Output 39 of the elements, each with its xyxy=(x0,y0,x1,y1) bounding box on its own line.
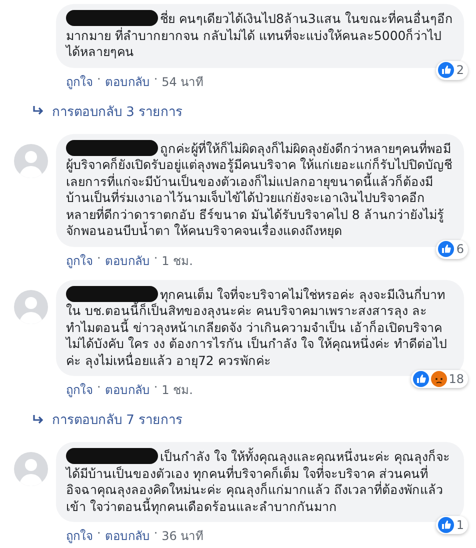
like-link[interactable]: ถูกใจ xyxy=(66,250,93,270)
separator-dot: · xyxy=(97,250,101,266)
separator-dot: · xyxy=(154,526,158,542)
separator-dot: · xyxy=(154,72,158,88)
reaction-count: 6 xyxy=(456,241,464,258)
reaction-badge[interactable]: 18 xyxy=(410,370,468,388)
comment-text: เป็นกำลัง ใจ ให้ทั้งคุณลุงและคุณหนึ่งนะค่ะ คุณลุงก็จะได้มีบ้านเป็นของตัวเอง ทุกคนที่บริจาคก็เต็ม ใจที่จะบริจาค ส่วนคนที่อิจฉาคุณลุงลองคิดใหม่นะค่ะ คุณลุงก็แก่มากแล้ว ถึงเวลาที่ต้องพักแล้ว เข้า ใจว่าตอนนี้ทุกคนเดือดร้อนและลำบากกันมาก xyxy=(66,448,451,515)
timestamp: 1 ชม. xyxy=(162,382,193,399)
reply-arrow-icon xyxy=(32,106,44,116)
timestamp: 1 ชม. xyxy=(162,252,193,270)
view-replies-link[interactable]: การตอบกลับ 7 รายการ xyxy=(14,399,464,432)
reaction-badge[interactable]: 6 xyxy=(436,240,468,258)
reaction-count: 2 xyxy=(456,62,464,78)
reply-link[interactable]: ตอบกลับ xyxy=(104,380,150,399)
avatar[interactable] xyxy=(14,452,48,486)
comment-text: ทุกคนเต็ม ใจที่จะบริจาคไม่ใช่หรอค่ะ ลุงจะมีเงินกี่บาท ใน บช.ตอนนี้ก็เป็นสิทของลุงนะค่ะ คนบริจาคมาเพราะสงสารลุง ละทำไมตอนนี้ ข่าวลุงหน้าเกลียดจัง ว่าเกินความจำเป็น เอ้าก็อเปิดบริจาค ไม่ได้บังคับ ใคร งง ต้องการไรกัน เป็นกำลัง ใจ ให้คุณหนึ่งค่ะ ทำดีต่อไปค่ะ ลุงไม่เหนื่อยแล้ว อายุ72 ควรพักค่ะ xyxy=(66,286,448,369)
separator-dot: · xyxy=(97,380,101,396)
reply-link[interactable]: ตอบกลับ xyxy=(104,250,150,270)
avatar[interactable] xyxy=(14,144,48,178)
reaction-badge[interactable]: 2 xyxy=(436,61,468,80)
separator-dot: · xyxy=(154,380,158,396)
reply-arrow-icon xyxy=(32,414,44,424)
view-replies-link[interactable]: การตอบกลับ 3 รายการ xyxy=(14,90,464,124)
timestamp: 54 นาที xyxy=(162,74,204,90)
comment-text: ถูกค่ะผู้ที่ให้ก็ไม่ผิดลุงก็ไม่ผิดลุงยังดีกว่าหลายๆคนที่พอมีผู้บริจาคก็ยังเปิดรับอยู่แต่ลุงพอรู้มีคนบริจาค ให้แก่เยอะแก่ก็รับไปปิดบัญชีเลยการที่แก่จะมีบ้านเป็นของตัวเองก็ไม่แปลกอายุขนาดนี้แล้วก็ต้องมีบ้านเป็นที่ร่มเงาเอาไว้นามเจ็บไข้ได้ป่วยแก่ยังจะเอาเงินไปบริจาคอีกหลายที่ดีกว่าดาราตกอับ ธีร์ขนาด มันได้รับบริจาคไป 8 ล้านกว่ายังไม่รู้จักพอนอนบีบน้ำตา ให้คนบริจาคจนเรื่องแดงถึงหยุด xyxy=(66,140,453,240)
timestamp: 36 นาที xyxy=(162,528,204,545)
reply-link[interactable]: ตอบกลับ xyxy=(104,526,150,545)
separator-dot: · xyxy=(97,526,101,542)
like-link[interactable]: ถูกใจ xyxy=(66,380,93,399)
separator-dot: · xyxy=(154,250,158,266)
separator-dot: · xyxy=(97,72,101,88)
comment-text: ชี่ย คนๆเดียวได้เงินไป8ล้าน3แสน ในขณะที่คนอื่นๆอีกมากมาย ที่ลำบากยากจน กลับไม่ได้ แทนที่จะแบ่งให้คนละ5000ก็ว่าไป ได้หลายๆคน xyxy=(66,10,454,60)
avatar[interactable] xyxy=(14,290,48,324)
reaction-count: 1 xyxy=(456,516,464,533)
like-link[interactable]: ถูกใจ xyxy=(66,526,93,545)
like-link[interactable]: ถูกใจ xyxy=(66,72,93,90)
reply-link[interactable]: ตอบกลับ xyxy=(104,72,150,90)
reaction-badge[interactable]: 1 xyxy=(436,516,468,534)
reaction-count: 18 xyxy=(448,370,464,387)
